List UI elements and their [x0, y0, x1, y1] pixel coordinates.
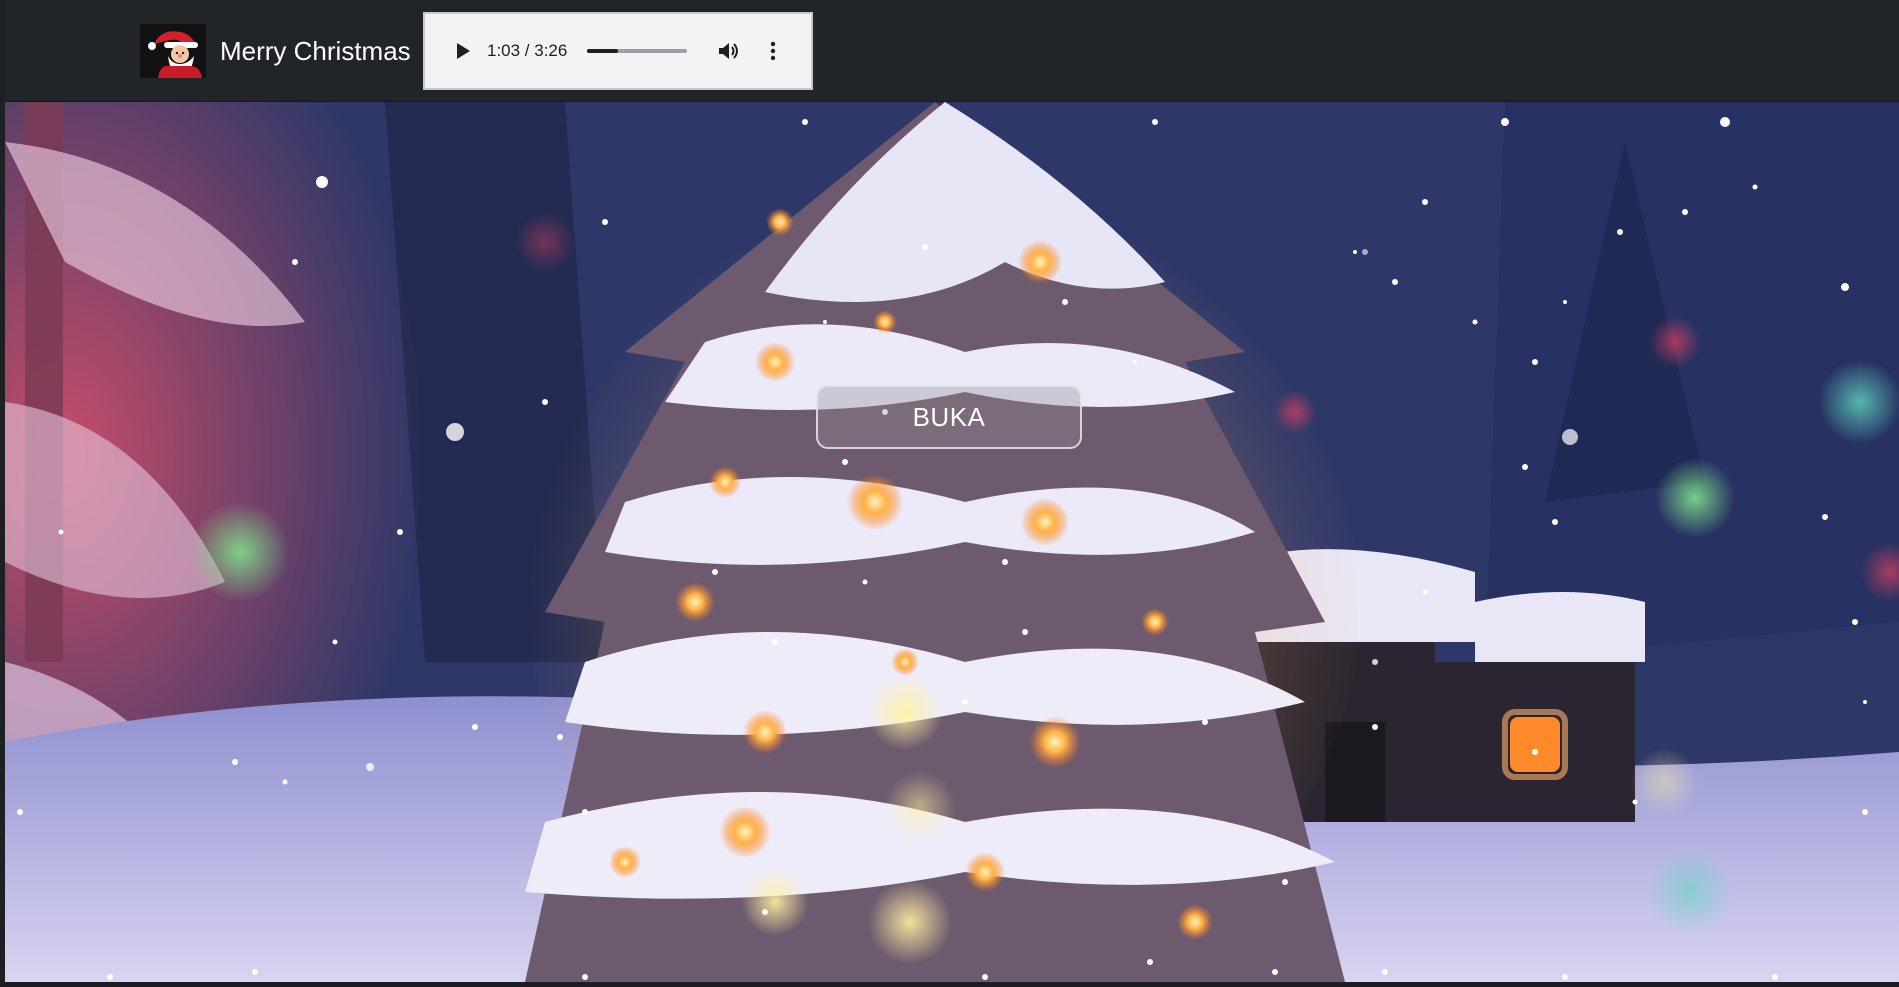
audio-time-display: 1:03 / 3:26: [487, 41, 568, 60]
brand-title: Merry Christmas: [220, 35, 411, 66]
more-options-button[interactable]: [753, 31, 793, 71]
audio-player[interactable]: 1:03 / 3:26: [423, 12, 813, 90]
navbar: Merry Christmas 1:03 / 3:26: [5, 0, 1899, 102]
volume-icon: [719, 43, 739, 59]
open-button[interactable]: BUKA: [816, 385, 1082, 449]
more-vert-icon: [771, 41, 776, 61]
play-button[interactable]: [443, 31, 483, 71]
app-window: Merry Christmas 1:03 / 3:26 BUKA: [0, 0, 1899, 987]
hero-section: BUKA: [5, 102, 1899, 982]
brand-link[interactable]: Merry Christmas: [140, 24, 411, 78]
christmas-tree-scene: [5, 102, 1899, 982]
play-icon: [457, 43, 470, 59]
santa-claus-icon: [140, 24, 206, 78]
volume-button[interactable]: [709, 31, 749, 71]
window-bottom-edge: [0, 982, 1899, 987]
audio-progress-bar[interactable]: [587, 49, 688, 53]
audio-progress-fill: [587, 49, 618, 53]
